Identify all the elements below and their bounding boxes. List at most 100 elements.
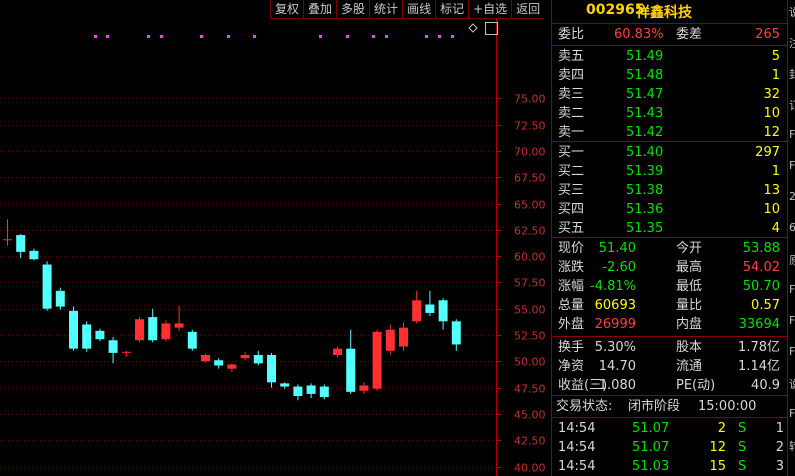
candle-body [359,385,369,391]
candle-body [306,385,316,394]
trade-status-row: 交易状态: 闭市阶段 15:00:00 [552,397,788,416]
ask-volume: 5 [771,49,780,64]
edge-char: 转 [789,438,795,454]
ask-label: 卖四 [558,68,585,83]
bid-volume: 297 [755,145,780,160]
candle-body [451,321,461,345]
candle-body [135,319,144,341]
candle-body [42,264,52,309]
ask-volume: 10 [763,106,780,121]
y-tick-label: 57.50 [514,277,546,290]
candlestick-chart: 75.00 72.50 70.00 67.50 65.00 62.50 60.00 57.50… [0,18,546,476]
stat-label: 外盘 [558,317,585,332]
edge-char: F [789,283,795,296]
weicha-value: 265 [755,27,780,42]
edge-char: F [789,407,795,420]
candle-body [280,383,290,387]
stock-header: 002965 祥鑫科技 [552,0,788,22]
candle-body [161,323,171,340]
chart-toggle-box[interactable] [485,22,498,35]
stat-value: 33694 [738,317,780,332]
candle-body [3,239,12,241]
toolbar-button-biaoji[interactable]: 标记 [435,0,469,19]
ask-volume: 32 [763,87,780,102]
ask-volume: 12 [763,125,780,140]
trade-status-value: 闭市阶段 [628,399,681,414]
tick-price: 51.07 [632,421,670,436]
fundamental-value: 40.9 [751,378,780,393]
bid-price: 51.36 [626,202,664,217]
candle-body [293,386,303,397]
signal-marker [200,35,203,38]
fundamental-value: 1.78亿 [738,340,780,355]
tick-price: 51.03 [632,459,670,474]
stat-value: 26999 [594,317,636,332]
candle-body [333,348,342,355]
stat-value: 60693 [594,298,636,313]
bid-price: 51.40 [626,145,664,160]
signal-marker [94,35,97,38]
ask-label: 卖五 [558,49,585,64]
fundamental-row: 换手 5.30% 股本 1.78亿 [552,338,788,357]
weibi-row: 委比 60.83% 委差 265 [552,25,788,44]
tick-count: 2 [775,440,784,455]
bid-price: 51.39 [626,164,664,179]
edge-char: F [789,345,795,358]
y-tick-label: 47.50 [514,383,546,396]
edge-char: F [789,314,795,327]
trade-status-time: 15:00:00 [698,399,757,414]
diamond-icon [468,23,478,33]
candle-body [267,354,276,383]
edge-char: 注 [789,35,795,51]
trade-status-label: 交易状态: [556,399,613,414]
signal-marker [385,35,388,38]
tick-volume: 15 [709,459,726,474]
tick-volume: 2 [717,421,726,436]
stat-label: 涨跌 [558,260,585,275]
ask-volume: 1 [771,68,780,83]
stat-row: 总量 60693 量比 0.57 [552,296,788,315]
fundamental-label: 流通 [676,359,703,374]
stat-label: 最低 [676,279,703,294]
candle-body [187,331,197,349]
fundamental-row: 净资 14.70 流通 1.14亿 [552,357,788,376]
bid-label: 买一 [558,145,585,160]
edge-char: 说 [789,376,795,392]
stat-label: 内盘 [676,317,703,332]
candle-body [69,310,78,349]
toolbar-button-tongji[interactable]: 统计 [369,0,403,19]
signal-marker [372,35,375,38]
y-tick-label: 65.00 [514,199,546,212]
ask-label: 卖三 [558,87,585,102]
ask-price: 51.48 [626,68,664,83]
candle-body [214,360,224,366]
signal-marker [147,35,150,38]
right-edge-panel: 说注封订FF26原FFF说F转 [787,0,795,476]
signal-marker [451,35,454,38]
candle-body [121,351,131,353]
tick-side: S [738,440,747,455]
candle-body [253,354,263,364]
ask-price: 51.43 [626,106,664,121]
fundamental-value: 5.30% [594,340,636,355]
candle-body [148,317,158,341]
stat-value: 0.57 [751,298,780,313]
toolbar-button-fuquan[interactable]: 复权 [270,0,304,19]
stat-row: 涨跌 -2.60 最高 54.02 [552,258,788,277]
toolbar-button-diejia[interactable]: 叠加 [303,0,337,19]
signal-marker [253,35,256,38]
weibi-label: 委比 [558,27,585,42]
fundamental-value: 1.080 [598,378,636,393]
candle-body [412,300,422,322]
toolbar-button-zixuan[interactable]: +自选 [468,0,512,19]
y-tick-label: 50.00 [514,356,546,369]
tick-count: 3 [775,459,784,474]
toolbar-button-fanhui[interactable]: 返回 [511,0,545,19]
tick-side: S [738,459,747,474]
toolbar-button-duogu[interactable]: 多股 [336,0,370,19]
stat-label: 最高 [676,260,703,275]
edge-char: 订 [789,97,795,113]
toolbar-button-huaxian[interactable]: 画线 [402,0,436,19]
bid-label: 买三 [558,183,585,198]
y-tick-label: 75.00 [514,93,546,106]
